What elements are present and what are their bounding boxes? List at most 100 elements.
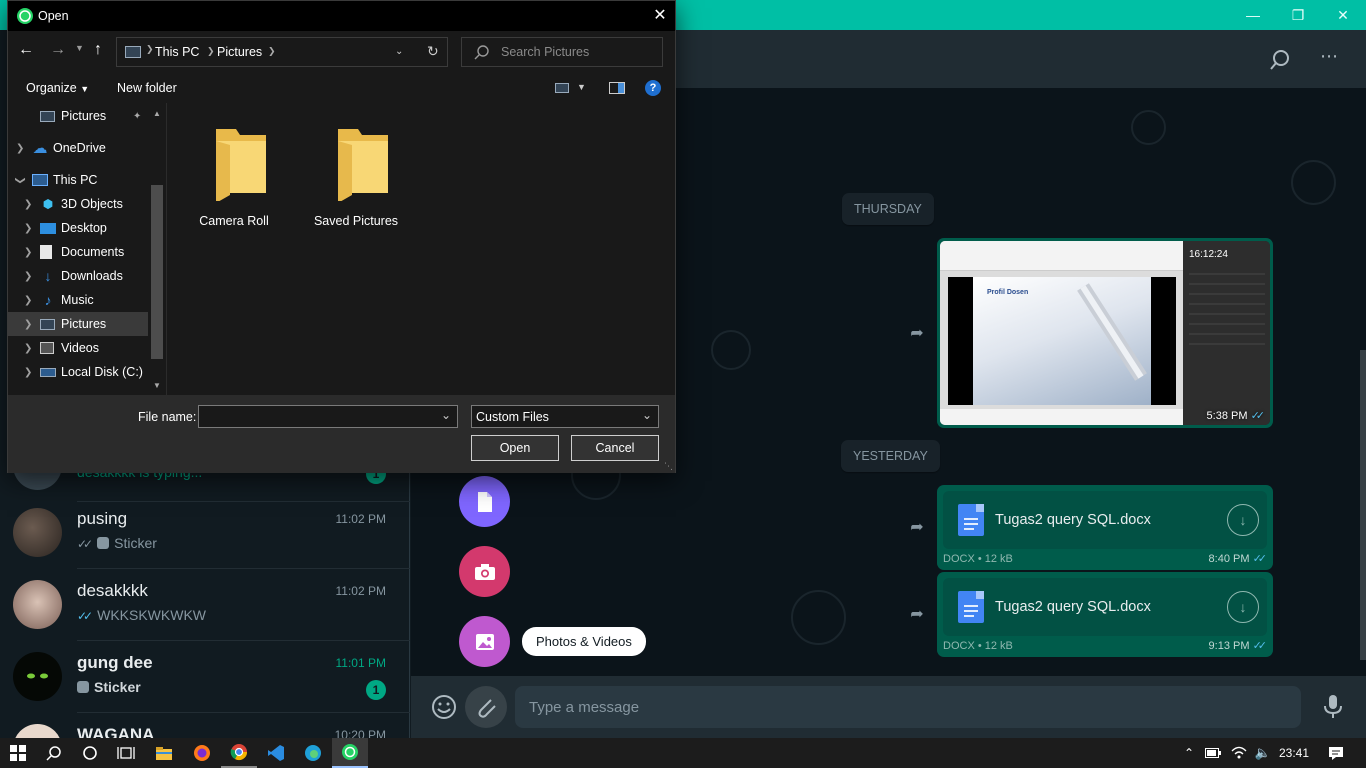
vscode-icon[interactable] [258,738,294,768]
download-icon[interactable]: ↓ [1227,504,1259,536]
expand-chevron-icon[interactable]: ❯ [24,271,32,282]
forward-icon[interactable]: ➦ [905,515,929,539]
view-dropdown-chevron-icon[interactable]: ▼ [577,82,586,92]
document-icon [477,491,492,512]
nav-scrollbar[interactable]: ▲ ▼ [149,103,165,395]
chat-row[interactable]: desakkkk 11:02 PM ✓✓ WKKSKWKWKW [0,569,410,641]
pictures-folder-icon [125,46,141,58]
preview-pane-icon[interactable] [609,82,625,94]
recent-locations-chevron-icon[interactable]: ▼ [75,43,87,59]
expand-chevron-icon[interactable]: ❯ [24,319,32,330]
download-icon[interactable]: ↓ [1227,591,1259,623]
cortana-icon[interactable] [72,738,108,768]
refresh-icon[interactable]: ↻ [427,43,439,60]
expand-chevron-icon[interactable]: ❯ [24,223,32,234]
help-icon[interactable]: ? [645,80,661,96]
clock[interactable]: 23:41 [1279,746,1309,760]
nav-item-pictures-pinned[interactable]: Pictures ✦ [8,104,148,128]
forward-icon[interactable]: ➦ [905,602,929,626]
chat-last-message: Sticker [77,679,141,695]
resize-grip-icon[interactable]: ⋱ [664,461,673,472]
address-row: ← → ▼ ↑ ❯ This PC ❯ Pictures ❯ ⌄ ↻ Searc… [8,31,675,73]
folder-saved-pictures[interactable]: Saved Pictures [301,103,411,228]
wifi-icon[interactable] [1228,738,1250,768]
message-image[interactable]: Profil Dosen 16:12:24 [940,241,1270,425]
new-folder-button[interactable]: New folder [117,81,177,95]
expand-chevron-icon[interactable]: ❯ [16,143,24,154]
nav-item-pictures[interactable]: ❯ Pictures [8,312,148,336]
document-message[interactable]: Tugas2 query SQL.docx ↓ DOCX • 12 kB 9:1… [937,572,1273,657]
chat-time: 11:02 PM [335,584,386,598]
address-bar[interactable]: ❯ This PC ❯ Pictures ❯ ⌄ ↻ [116,37,448,67]
attach-camera-button[interactable] [459,546,510,597]
clock-panel: 16:12:24 [1183,241,1270,425]
image-message[interactable]: Profil Dosen 16:12:24 5:38 PM ✓✓ [937,238,1273,428]
nav-item-documents[interactable]: ❯ Documents [8,240,148,264]
document-card[interactable]: Tugas2 query SQL.docx ↓ [943,578,1267,636]
scrollbar[interactable] [1360,350,1366,660]
expand-chevron-icon[interactable]: ❯ [24,295,32,306]
close-window-button[interactable]: ✕ [1320,0,1366,30]
dropdown-chevron-icon[interactable]: ⌄ [441,408,451,422]
open-button[interactable]: Open [471,435,559,461]
battery-icon[interactable] [1202,738,1224,768]
expand-chevron-icon[interactable]: ❯ [24,367,32,378]
back-arrow-icon[interactable]: ← [18,41,38,61]
message-input[interactable]: Type a message [515,686,1301,728]
attach-button[interactable] [465,686,507,728]
view-mode-icon[interactable] [555,83,569,93]
breadcrumb-pictures[interactable]: Pictures [217,45,262,59]
microphone-icon[interactable] [1323,694,1343,720]
nav-item-onedrive[interactable]: ❯ ☁ OneDrive [8,136,148,160]
expand-chevron-icon[interactable]: ❯ [24,343,32,354]
chat-row[interactable]: gung dee 11:01 PM Sticker 1 [0,641,410,713]
scroll-up-icon[interactable]: ▲ [153,109,161,118]
tray-chevron-up-icon[interactable]: ⌃ [1178,738,1200,768]
restore-button[interactable]: ❐ [1275,0,1321,30]
start-button[interactable] [0,738,36,768]
notifications-icon[interactable] [1318,738,1354,768]
nav-item-local-disk[interactable]: ❯ Local Disk (C:) [8,360,148,384]
document-message[interactable]: Tugas2 query SQL.docx ↓ DOCX • 12 kB 8:4… [937,485,1273,570]
nav-item-desktop[interactable]: ❯ Desktop [8,216,148,240]
scrollbar-thumb[interactable] [151,185,163,359]
firefox-icon[interactable] [184,738,220,768]
collapse-chevron-icon[interactable]: ❯ [15,176,26,184]
task-view-icon[interactable] [108,738,144,768]
volume-icon[interactable]: 🔈 [1252,738,1274,768]
menu-dots-icon[interactable]: ⋯ [1317,46,1341,70]
edge-icon[interactable] [295,738,331,768]
folder-camera-roll[interactable]: Camera Roll [179,103,289,228]
attach-photos-button[interactable] [459,616,510,667]
whatsapp-taskbar-icon[interactable] [332,738,368,768]
chat-row[interactable]: WAGANA 10:20 PM [0,713,410,738]
search-icon[interactable] [36,738,72,768]
cancel-button[interactable]: Cancel [571,435,659,461]
address-dropdown-chevron-icon[interactable]: ⌄ [395,46,403,57]
file-type-select[interactable]: Custom Files ⌄ [471,405,659,428]
nav-item-3d-objects[interactable]: ❯ ⬢ 3D Objects [8,192,148,216]
document-card[interactable]: Tugas2 query SQL.docx ↓ [943,491,1267,549]
up-arrow-icon[interactable]: ↑ [94,41,110,61]
chat-row[interactable]: pusing 11:02 PM ✓✓ Sticker [0,497,410,569]
close-icon[interactable]: ✕ [648,5,672,27]
search-input[interactable]: Search Pictures [461,37,663,67]
nav-item-this-pc[interactable]: ❯ This PC [8,168,148,192]
expand-chevron-icon[interactable]: ❯ [24,247,32,258]
expand-chevron-icon[interactable]: ❯ [24,199,32,210]
nav-item-videos[interactable]: ❯ Videos [8,336,148,360]
file-explorer-icon[interactable] [146,738,182,768]
forward-icon[interactable]: ➦ [905,321,929,345]
nav-item-music[interactable]: ❯ ♪ Music [8,288,148,312]
file-name-field[interactable]: ⌄ [198,405,458,428]
scroll-down-icon[interactable]: ▼ [153,381,161,390]
attach-document-button[interactable] [459,476,510,527]
chrome-icon[interactable] [221,738,257,768]
search-icon[interactable] [1269,48,1293,72]
breadcrumb-this-pc[interactable]: This PC [155,45,199,59]
emoji-icon[interactable] [431,694,457,720]
organize-button[interactable]: Organize ▼ [26,81,89,95]
nav-item-downloads[interactable]: ❯ ↓ Downloads [8,264,148,288]
forward-arrow-icon[interactable]: → [50,41,70,61]
minimize-button[interactable]: — [1230,0,1276,30]
